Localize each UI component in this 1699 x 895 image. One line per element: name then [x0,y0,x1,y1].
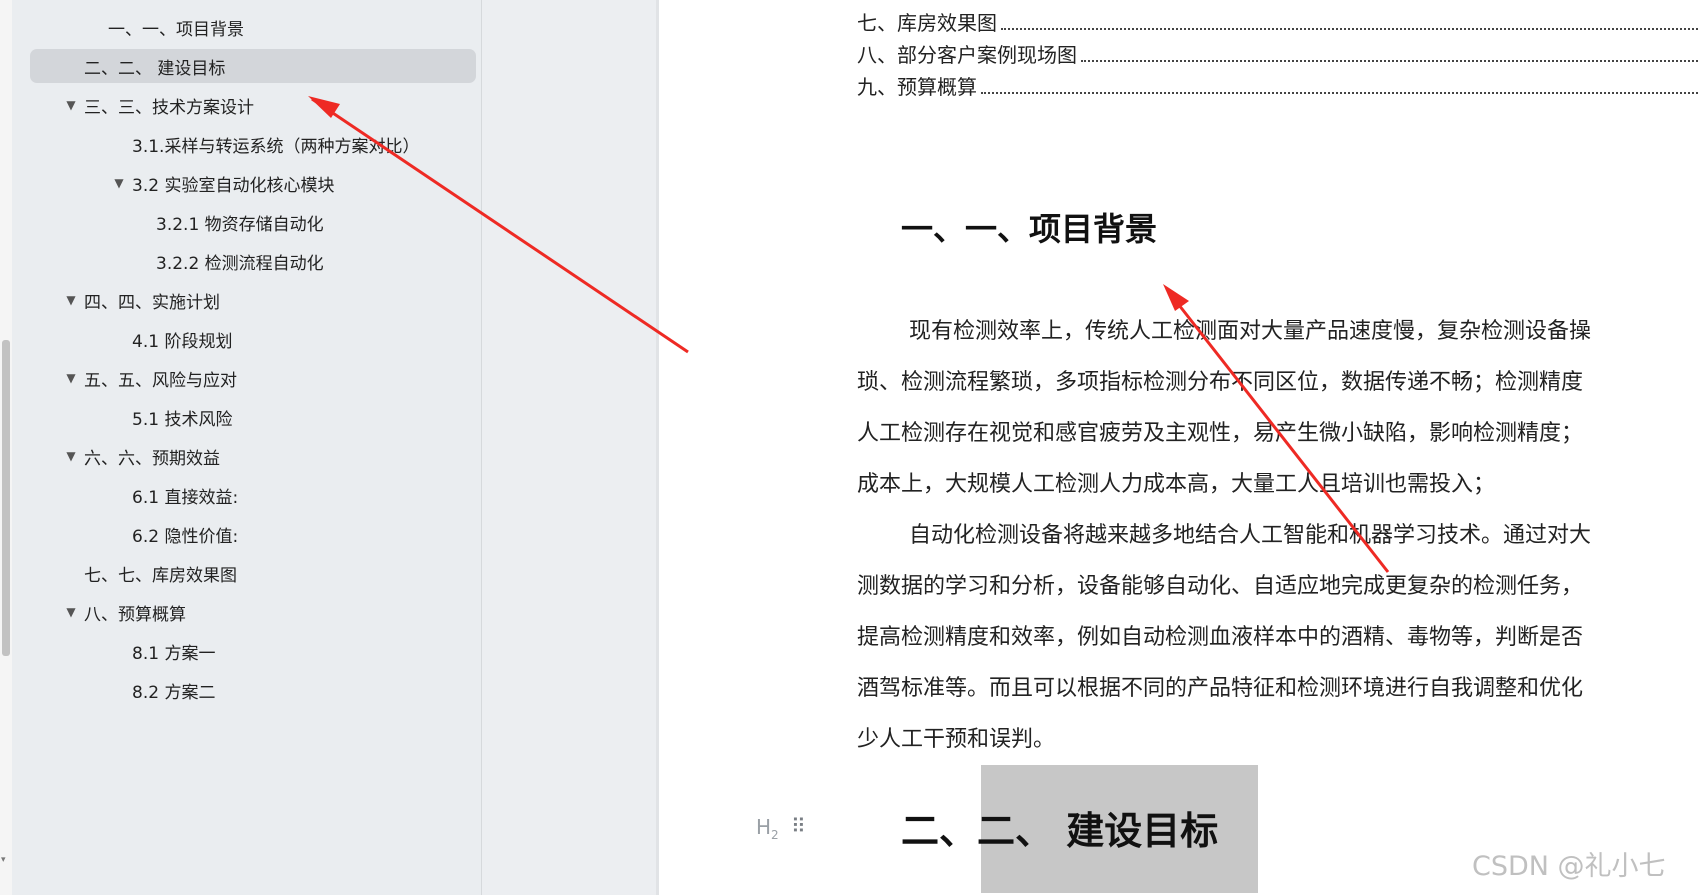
arrow-head [1163,284,1189,311]
annotation-arrow [1166,290,1390,573]
annotation-arrow [311,97,689,354]
annotation-arrows [308,96,1390,573]
